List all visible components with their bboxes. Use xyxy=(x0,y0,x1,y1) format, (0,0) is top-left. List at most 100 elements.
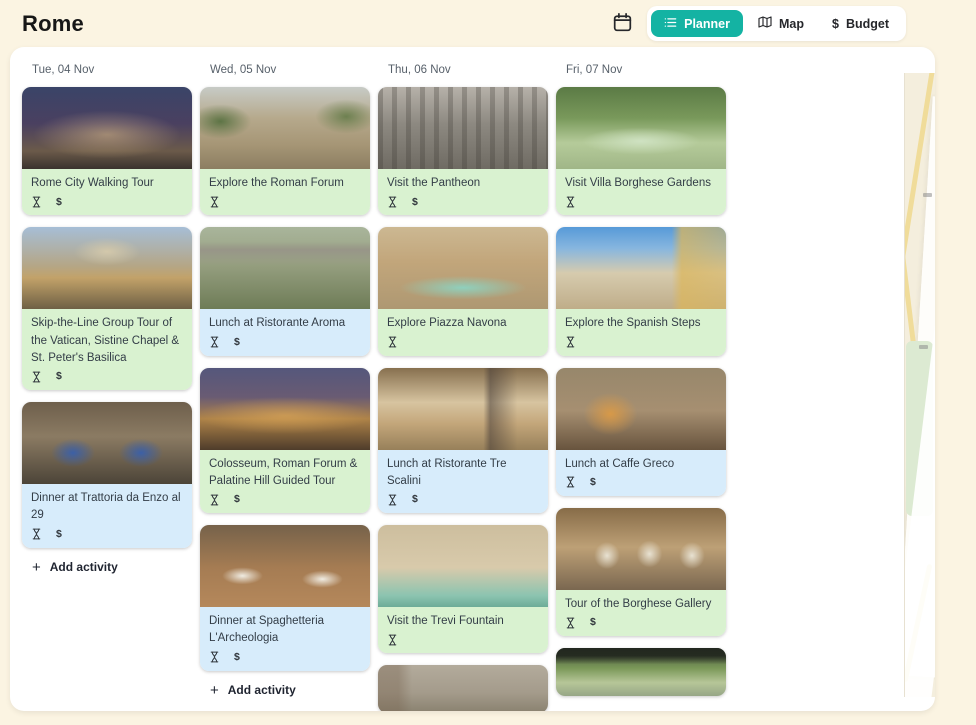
activity-card[interactable] xyxy=(556,648,726,696)
duration-icon xyxy=(387,634,398,646)
activity-card[interactable]: Colosseum, Roman Forum & Palatine Hill G… xyxy=(200,368,370,514)
tab-map-label: Map xyxy=(779,17,804,31)
page-title: Rome xyxy=(22,11,84,37)
cost-icon: $ xyxy=(56,371,62,382)
tab-budget[interactable]: $ Budget xyxy=(819,10,902,37)
tab-map[interactable]: Map xyxy=(745,10,817,37)
day-card-list: Explore the Roman Forum Lunch at Ristora… xyxy=(200,87,370,671)
day-card-list: Visit the Pantheon $ Explore Piazza Navo… xyxy=(378,87,548,711)
activity-meta-icons xyxy=(565,195,717,208)
activity-title: Visit the Pantheon xyxy=(387,175,539,192)
map-label xyxy=(919,345,928,349)
activity-title: Lunch at Ristorante Aroma xyxy=(209,315,361,332)
activity-card[interactable]: Visit the Trevi Fountain xyxy=(378,525,548,653)
activity-photo xyxy=(378,665,548,711)
activity-card-label: Lunch at Caffe Greco $ xyxy=(556,450,726,496)
activity-title: Explore Piazza Navona xyxy=(387,315,539,332)
tab-planner-label: Planner xyxy=(684,17,730,31)
calendar-button[interactable] xyxy=(610,10,635,38)
map-preview-strip xyxy=(904,73,935,697)
activity-card[interactable]: Rome City Walking Tour $ xyxy=(22,87,192,215)
activity-card-label: Lunch at Ristorante Tre Scalini $ xyxy=(378,450,548,514)
activity-card[interactable]: Explore the Roman Forum xyxy=(200,87,370,215)
view-switcher: Planner Map $ Budget xyxy=(647,6,906,41)
duration-icon xyxy=(31,196,42,208)
activity-title: Visit the Trevi Fountain xyxy=(387,613,539,630)
map-road xyxy=(904,73,935,274)
activity-title: Tour of the Borghese Gallery xyxy=(565,596,717,613)
activity-card[interactable] xyxy=(378,665,548,711)
day-column-date: Fri, 07 Nov xyxy=(566,64,726,76)
tab-budget-label: Budget xyxy=(846,17,889,31)
planner-board: Tue, 04 Nov Rome City Walking Tour $ Ski… xyxy=(10,47,935,711)
activity-photo xyxy=(200,368,370,450)
add-activity-button[interactable]: + Add activity xyxy=(32,560,118,575)
activity-card-label: Lunch at Ristorante Aroma $ xyxy=(200,309,370,355)
cost-icon: $ xyxy=(56,197,62,208)
activity-photo xyxy=(378,227,548,309)
activity-title: Explore the Spanish Steps xyxy=(565,315,717,332)
activity-photo xyxy=(378,87,548,169)
activity-meta-icons: $ xyxy=(31,195,183,208)
activity-meta-icons: $ xyxy=(565,476,717,489)
activity-card[interactable]: Tour of the Borghese Gallery $ xyxy=(556,508,726,636)
map-road xyxy=(904,564,932,682)
activity-card-label: Dinner at Trattoria da Enzo al 29 $ xyxy=(22,484,192,548)
activity-photo xyxy=(556,368,726,450)
map-icon xyxy=(758,16,772,31)
activity-card[interactable]: Visit Villa Borghese Gardens xyxy=(556,87,726,215)
day-column-date: Tue, 04 Nov xyxy=(32,64,192,76)
activity-card-label: Visit the Trevi Fountain xyxy=(378,607,548,653)
activity-photo xyxy=(22,227,192,309)
list-icon xyxy=(664,17,677,31)
map-park-area xyxy=(906,341,933,516)
activity-card-label: Colosseum, Roman Forum & Palatine Hill G… xyxy=(200,450,370,514)
activity-card[interactable]: Visit the Pantheon $ xyxy=(378,87,548,215)
activity-card[interactable]: Dinner at Trattoria da Enzo al 29 $ xyxy=(22,402,192,548)
duration-icon xyxy=(31,371,42,383)
activity-title: Lunch at Ristorante Tre Scalini xyxy=(387,456,539,491)
add-activity-label: Add activity xyxy=(584,709,652,712)
activity-title: Colosseum, Roman Forum & Palatine Hill G… xyxy=(209,456,361,491)
activity-photo xyxy=(556,227,726,309)
activity-card-label: Explore the Roman Forum xyxy=(200,169,370,215)
duration-icon xyxy=(387,196,398,208)
page-header: Rome xyxy=(0,0,976,47)
activity-title: Dinner at Trattoria da Enzo al 29 xyxy=(31,490,183,525)
duration-icon xyxy=(565,476,576,488)
activity-card[interactable]: Dinner at Spaghetteria L'Archeologia $ xyxy=(200,525,370,671)
cost-icon: $ xyxy=(590,617,596,628)
activity-meta-icons xyxy=(565,336,717,349)
activity-title: Dinner at Spaghetteria L'Archeologia xyxy=(209,613,361,648)
duration-icon xyxy=(387,336,398,348)
activity-card[interactable]: Lunch at Ristorante Tre Scalini $ xyxy=(378,368,548,514)
cost-icon: $ xyxy=(234,652,240,663)
plus-icon: + xyxy=(210,683,219,698)
add-activity-button[interactable]: + Add activity xyxy=(566,708,652,711)
duration-icon xyxy=(31,528,42,540)
activity-photo xyxy=(200,87,370,169)
activity-meta-icons xyxy=(209,195,361,208)
day-column: Thu, 06 Nov Visit the Pantheon $ Explore… xyxy=(378,64,548,711)
add-activity-button[interactable]: + Add activity xyxy=(210,683,296,698)
tab-planner[interactable]: Planner xyxy=(651,10,743,37)
cost-icon: $ xyxy=(234,337,240,348)
duration-icon xyxy=(565,196,576,208)
duration-icon xyxy=(209,494,220,506)
activity-meta-icons: $ xyxy=(209,493,361,506)
add-activity-label: Add activity xyxy=(228,683,296,697)
activity-card[interactable]: Explore Piazza Navona xyxy=(378,227,548,355)
cost-icon: $ xyxy=(590,477,596,488)
day-column-date: Wed, 05 Nov xyxy=(210,64,370,76)
duration-icon xyxy=(565,617,576,629)
activity-photo xyxy=(22,402,192,484)
activity-card[interactable]: Lunch at Ristorante Aroma $ xyxy=(200,227,370,355)
day-card-list: Visit Villa Borghese Gardens Explore the… xyxy=(556,87,726,696)
activity-card[interactable]: Skip-the-Line Group Tour of the Vatican,… xyxy=(22,227,192,390)
activity-card[interactable]: Lunch at Caffe Greco $ xyxy=(556,368,726,496)
plus-icon: + xyxy=(32,560,41,575)
cost-icon: $ xyxy=(412,197,418,208)
activity-card-label: Explore Piazza Navona xyxy=(378,309,548,355)
activity-card[interactable]: Explore the Spanish Steps xyxy=(556,227,726,355)
activity-card-label: Rome City Walking Tour $ xyxy=(22,169,192,215)
